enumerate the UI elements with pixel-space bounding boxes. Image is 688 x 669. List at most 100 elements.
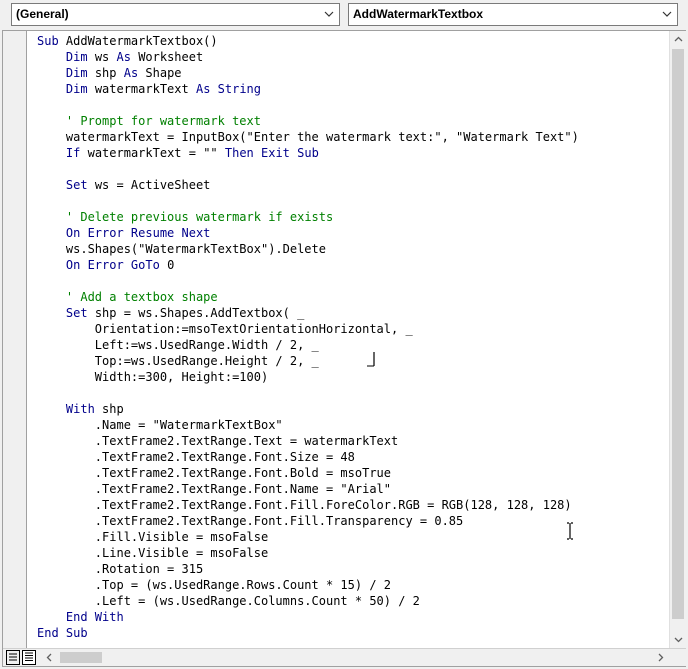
- code-line[interactable]: With shp: [37, 401, 579, 417]
- code-line[interactable]: Dim watermarkText As String: [37, 81, 579, 97]
- code-line[interactable]: .Top = (ws.UsedRange.Rows.Count * 15) / …: [37, 577, 579, 593]
- code-comment: ' Add a textbox shape: [65, 290, 218, 304]
- code-token: .Left = (ws.UsedRange.Columns.Count * 50…: [37, 594, 420, 608]
- full-module-view-icon[interactable]: [22, 650, 36, 665]
- horizontal-scroll-thumb[interactable]: [60, 652, 102, 663]
- chevron-down-icon[interactable]: [323, 5, 335, 24]
- code-line[interactable]: .Left = (ws.UsedRange.Columns.Count * 50…: [37, 593, 579, 609]
- code-line[interactable]: On Error Resume Next: [37, 225, 579, 241]
- code-editor[interactable]: Sub AddWatermarkTextbox() Dim ws As Work…: [28, 31, 669, 648]
- code-token: Width:=300, Height:=100): [37, 370, 269, 384]
- code-token: watermarkText = "": [87, 146, 225, 160]
- code-line[interactable]: .TextFrame2.TextRange.Font.Fill.Transpar…: [37, 513, 579, 529]
- code-line[interactable]: Top:=ws.UsedRange.Height / 2, _: [37, 353, 579, 369]
- code-line[interactable]: .TextFrame2.TextRange.Font.Size = 48: [37, 449, 579, 465]
- procedure-dropdown[interactable]: AddWatermarkTextbox: [348, 3, 678, 26]
- code-line[interactable]: Set ws = ActiveSheet: [37, 177, 579, 193]
- code-token: watermarkText = InputBox("Enter the wate…: [37, 130, 579, 144]
- code-token: .Name = "WatermarkTextBox": [37, 418, 283, 432]
- code-keyword: Dim: [65, 50, 95, 64]
- code-line[interactable]: [37, 97, 579, 113]
- code-token: .TextFrame2.TextRange.Font.Fill.Transpar…: [37, 514, 464, 528]
- code-comment: ' Prompt for watermark text: [65, 114, 261, 128]
- code-keyword: As String: [195, 82, 261, 96]
- scroll-right-icon[interactable]: [652, 649, 669, 666]
- code-token: .TextFrame2.TextRange.Font.Name = "Arial…: [37, 482, 392, 496]
- code-keyword: On Error Resume Next: [65, 226, 211, 240]
- code-keyword: Dim: [65, 66, 95, 80]
- code-keyword: Then Exit Sub: [224, 146, 319, 160]
- scroll-up-icon[interactable]: [670, 31, 687, 48]
- bottom-bar: [3, 648, 686, 666]
- code-line[interactable]: Orientation:=msoTextOrientationHorizonta…: [37, 321, 579, 337]
- code-line[interactable]: [37, 273, 579, 289]
- scroll-down-icon[interactable]: [670, 631, 687, 648]
- code-token: shp = ws.Shapes.AddTextbox( _: [94, 306, 305, 320]
- code-line[interactable]: .TextFrame2.TextRange.Font.Fill.ForeColo…: [37, 497, 579, 513]
- code-keyword: On Error GoTo: [65, 258, 168, 272]
- code-token: watermarkText: [94, 82, 196, 96]
- code-line[interactable]: Dim ws As Worksheet: [37, 49, 579, 65]
- code-line[interactable]: Dim shp As Shape: [37, 65, 579, 81]
- code-line[interactable]: [37, 385, 579, 401]
- code-token: .Line.Visible = msoFalse: [37, 546, 269, 560]
- code-line[interactable]: ws.Shapes("WatermarkTextBox").Delete: [37, 241, 579, 257]
- code-token: .TextFrame2.TextRange.Font.Fill.ForeColo…: [37, 498, 572, 512]
- scroll-left-icon[interactable]: [41, 649, 58, 666]
- code-line[interactable]: [37, 193, 579, 209]
- code-line[interactable]: Left:=ws.UsedRange.Width / 2, _: [37, 337, 579, 353]
- code-token: ws: [94, 50, 117, 64]
- code-keyword: With: [65, 402, 103, 416]
- code-token: .TextFrame2.TextRange.Text = watermarkTe…: [37, 434, 399, 448]
- code-comment: ' Delete previous watermark if exists: [65, 210, 334, 224]
- code-keyword: If: [65, 146, 88, 160]
- code-line[interactable]: If watermarkText = "" Then Exit Sub: [37, 145, 579, 161]
- margin-indicator-bar[interactable]: [3, 31, 27, 648]
- object-dropdown-value: (General): [16, 7, 69, 21]
- horizontal-scrollbar[interactable]: [41, 649, 669, 666]
- code-line[interactable]: ' Delete previous watermark if exists: [37, 209, 579, 225]
- code-line[interactable]: On Error GoTo 0: [37, 257, 579, 273]
- code-line[interactable]: End With: [37, 609, 579, 625]
- code-token: AddWatermarkTextbox(): [65, 34, 218, 48]
- code-token: Orientation:=msoTextOrientationHorizonta…: [37, 322, 413, 336]
- code-line[interactable]: .Fill.Visible = msoFalse: [37, 529, 579, 545]
- code-token: .TextFrame2.TextRange.Font.Bold = msoTru…: [37, 466, 392, 480]
- procedure-view-icon[interactable]: [6, 650, 20, 665]
- code-line[interactable]: ' Add a textbox shape: [37, 289, 579, 305]
- code-window: Sub AddWatermarkTextbox() Dim ws As Work…: [2, 30, 686, 667]
- code-line[interactable]: .TextFrame2.TextRange.Font.Bold = msoTru…: [37, 465, 579, 481]
- code-line[interactable]: .Rotation = 315: [37, 561, 579, 577]
- code-line[interactable]: Sub AddWatermarkTextbox(): [37, 33, 579, 49]
- code-text[interactable]: Sub AddWatermarkTextbox() Dim ws As Work…: [37, 33, 579, 641]
- vertical-scroll-thumb[interactable]: [672, 49, 684, 619]
- code-line[interactable]: .Name = "WatermarkTextBox": [37, 417, 579, 433]
- ibeam-cursor-icon: [567, 522, 573, 540]
- code-token: .Top = (ws.UsedRange.Rows.Count * 15) / …: [37, 578, 392, 592]
- vertical-scrollbar[interactable]: [669, 31, 686, 648]
- chevron-down-icon[interactable]: [661, 5, 673, 24]
- procedure-dropdown-value: AddWatermarkTextbox: [353, 7, 484, 21]
- code-line[interactable]: .TextFrame2.TextRange.Font.Name = "Arial…: [37, 481, 579, 497]
- code-keyword: As: [123, 66, 146, 80]
- code-line[interactable]: Set shp = ws.Shapes.AddTextbox( _: [37, 305, 579, 321]
- object-dropdown[interactable]: (General): [11, 3, 340, 26]
- code-line[interactable]: ' Prompt for watermark text: [37, 113, 579, 129]
- code-line[interactable]: .Line.Visible = msoFalse: [37, 545, 579, 561]
- code-line[interactable]: .TextFrame2.TextRange.Text = watermarkTe…: [37, 433, 579, 449]
- code-line[interactable]: End Sub: [37, 625, 579, 641]
- code-keyword: Sub: [37, 34, 66, 48]
- code-line[interactable]: [37, 161, 579, 177]
- code-token: Top:=ws.UsedRange.Height / 2, _: [37, 354, 319, 368]
- code-line[interactable]: watermarkText = InputBox("Enter the wate…: [37, 129, 579, 145]
- code-keyword: Set: [65, 306, 95, 320]
- code-keyword: Dim: [65, 82, 95, 96]
- code-line[interactable]: Width:=300, Height:=100): [37, 369, 579, 385]
